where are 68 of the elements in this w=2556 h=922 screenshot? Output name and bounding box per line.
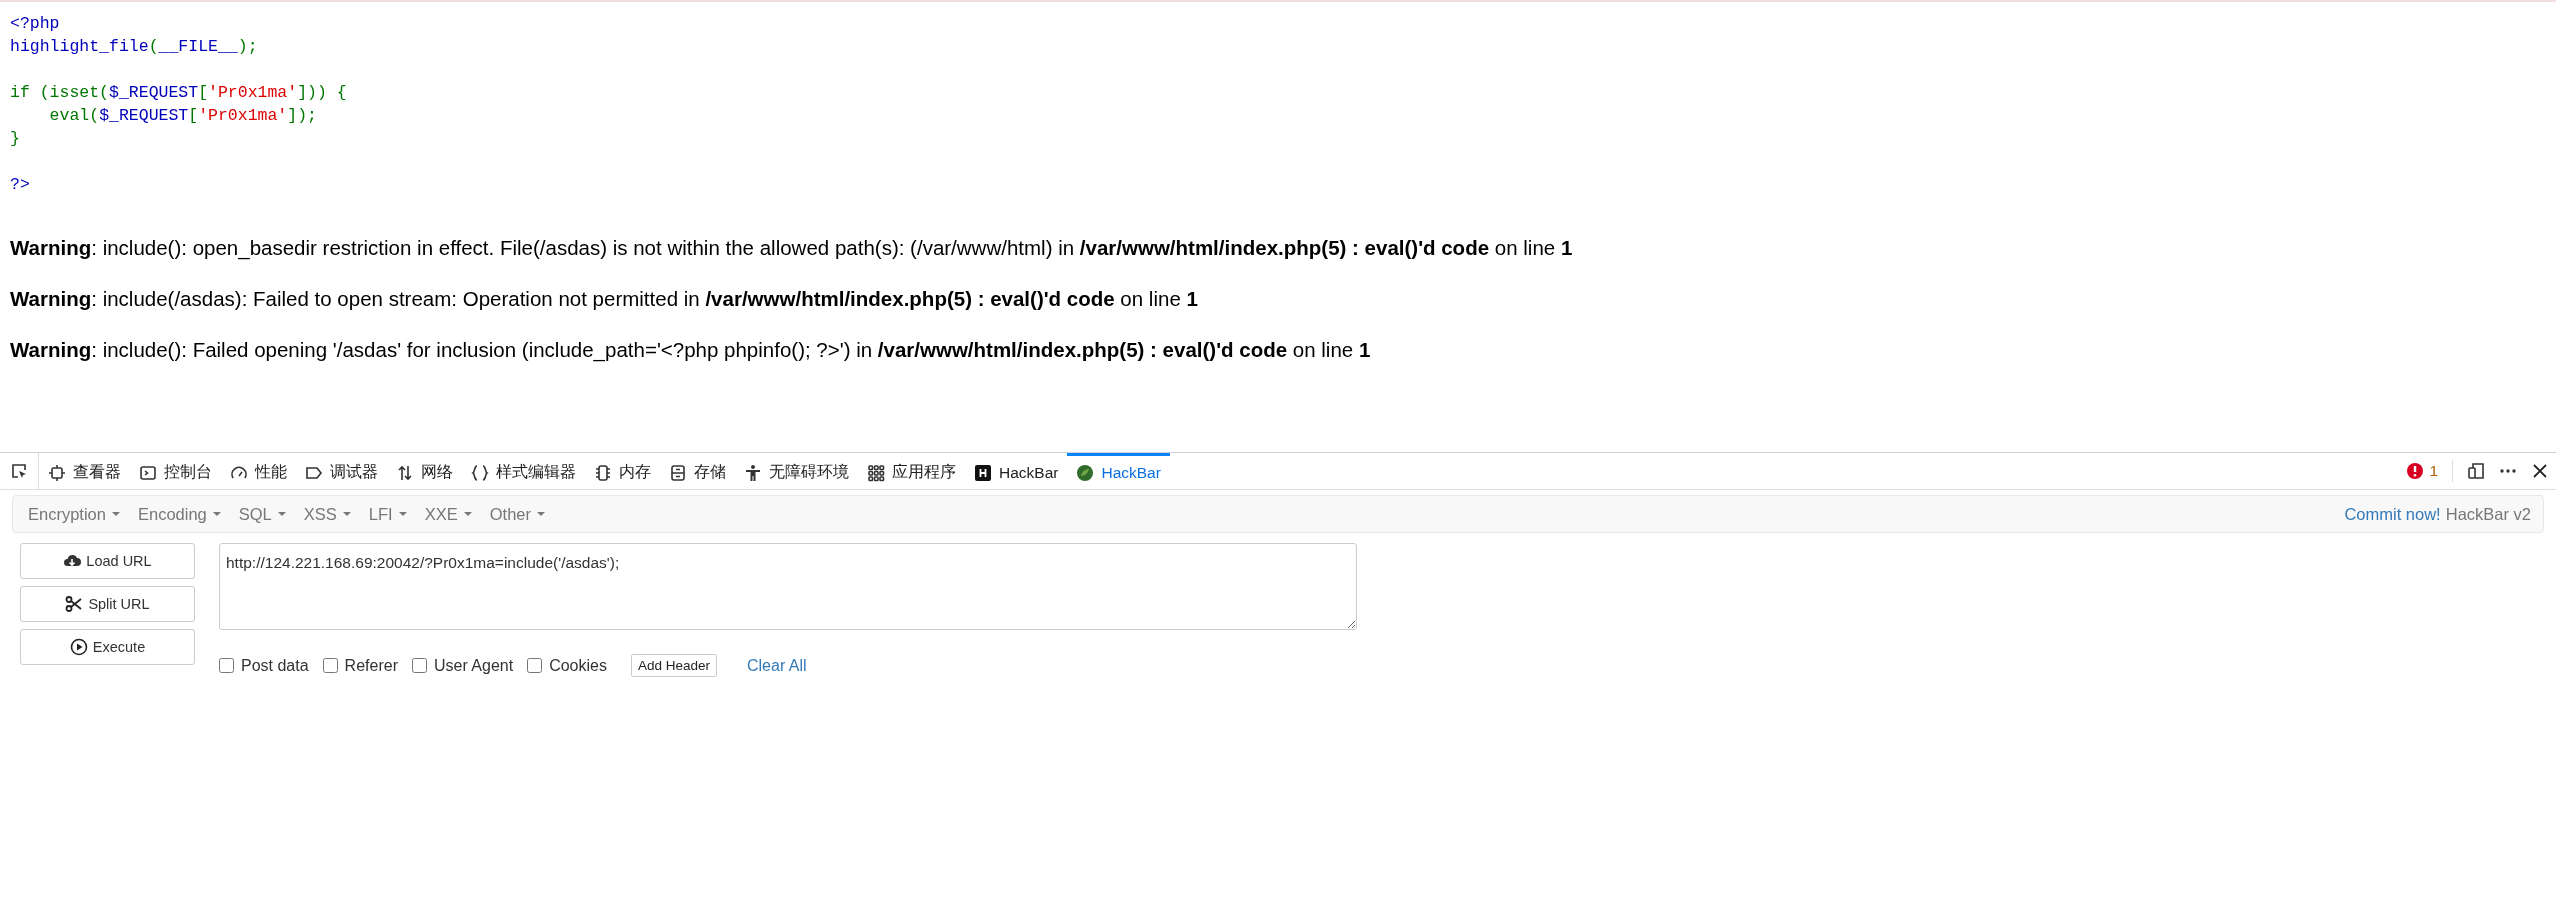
picker-icon[interactable] (10, 462, 28, 480)
devtools-tab[interactable]: 性能 (221, 453, 296, 489)
menu-item[interactable]: Encoding (128, 496, 230, 532)
menu-item[interactable]: XXE (415, 496, 481, 532)
scissors-icon (65, 595, 84, 613)
devtools-tab[interactable]: 调试器 (296, 453, 387, 489)
caret-icon (342, 512, 351, 516)
checkbox-label: Cookies (549, 656, 607, 675)
code-line: if (isset($_REQUEST['Pr0x1ma'])) { (10, 82, 347, 104)
checkbox-label: Referer (344, 656, 398, 675)
box-icon (48, 463, 66, 482)
devtools-tab[interactable]: 无障碍环境 (735, 453, 858, 489)
h-icon (974, 463, 992, 482)
error-count: 1 (2429, 462, 2438, 480)
devtools-tab[interactable]: 样式编辑器 (462, 453, 585, 489)
menu-item[interactable]: Encryption (19, 496, 129, 532)
devtools-tab[interactable]: 控制台 (130, 453, 221, 489)
code-line: <?php (10, 13, 60, 35)
commit-link[interactable]: Commit now! (2344, 504, 2441, 524)
close-icon[interactable] (2531, 462, 2549, 480)
url-field[interactable]: http://124.221.168.69:20042/?Pr0x1ma=include('/asdas'); (219, 543, 1357, 630)
play-icon (69, 638, 88, 656)
checkbox-label: User Agent (433, 656, 514, 675)
leaf-icon (1076, 463, 1095, 482)
checkbox[interactable] (527, 658, 543, 673)
devtools-tab[interactable]: 应用程序 (858, 453, 965, 489)
menu-item[interactable]: Other (480, 496, 554, 532)
storage-icon (669, 463, 687, 482)
code-line: highlight_file(__FILE__); (10, 36, 258, 58)
devtools-tab[interactable]: 存储 (660, 453, 735, 489)
grid-icon (867, 463, 885, 482)
caret-icon (111, 512, 120, 516)
caret-icon (277, 512, 286, 516)
devtools-tab[interactable]: HackBar (1067, 453, 1170, 489)
responsive-icon[interactable] (2467, 462, 2485, 480)
caret-icon (537, 512, 545, 516)
devtools-tab[interactable]: 内存 (585, 453, 660, 489)
menu-item[interactable]: SQL (229, 496, 295, 532)
hackbar-button[interactable]: Load URL (20, 543, 195, 579)
caret-icon (463, 512, 472, 516)
checkbox[interactable] (411, 658, 427, 673)
chip-icon (594, 463, 612, 482)
checkbox[interactable] (219, 658, 234, 673)
person-icon (744, 463, 762, 482)
console-icon (139, 463, 157, 482)
checkbox-label: Post data (241, 656, 309, 675)
error-icon (2406, 462, 2425, 480)
clear-all-link[interactable]: Clear All (747, 656, 807, 675)
code-line: eval($_REQUEST['Pr0x1ma']); (48, 105, 317, 127)
add-header-button[interactable]: Add Header (630, 654, 717, 677)
warning-message: Warning: include(): Failed opening '/asdas' for inclusion (include_path='<?php phpinfo(); ?>') in /var/www/html/index.php(5) : eval()'d code on line 1 (10, 338, 1371, 362)
caret-icon (398, 512, 407, 516)
code-line: } (10, 128, 20, 150)
warning-message: Warning: include(/asdas): Failed to open stream: Operation not permitted in /var/www/html/index.php(5) : eval()'d code on line 1 (10, 287, 1198, 311)
code-line: ?> (10, 174, 30, 196)
menu-item[interactable]: XSS (294, 496, 360, 532)
menu-item[interactable]: LFI (359, 496, 416, 532)
warning-message: Warning: include(): open_basedir restriction in effect. File(/asdas) is not within the allowed path(s): (/var/www/html) in /var/www/html/index.php(5) : eval()'d code on line 1 (10, 236, 1573, 260)
devtools-tab[interactable]: HackBar (965, 453, 1068, 489)
checkbox[interactable] (322, 658, 338, 673)
braces-icon (471, 463, 489, 482)
hackbar-button[interactable]: Execute (20, 629, 195, 665)
caret-icon (212, 512, 221, 516)
devtools-tab[interactable]: 查看器 (39, 453, 130, 489)
hackbar-button[interactable]: Split URL (20, 586, 195, 622)
arrows-icon (396, 463, 414, 482)
version-label: HackBar v2 (2445, 504, 2531, 524)
devtools-tab[interactable]: 网络 (387, 453, 462, 489)
